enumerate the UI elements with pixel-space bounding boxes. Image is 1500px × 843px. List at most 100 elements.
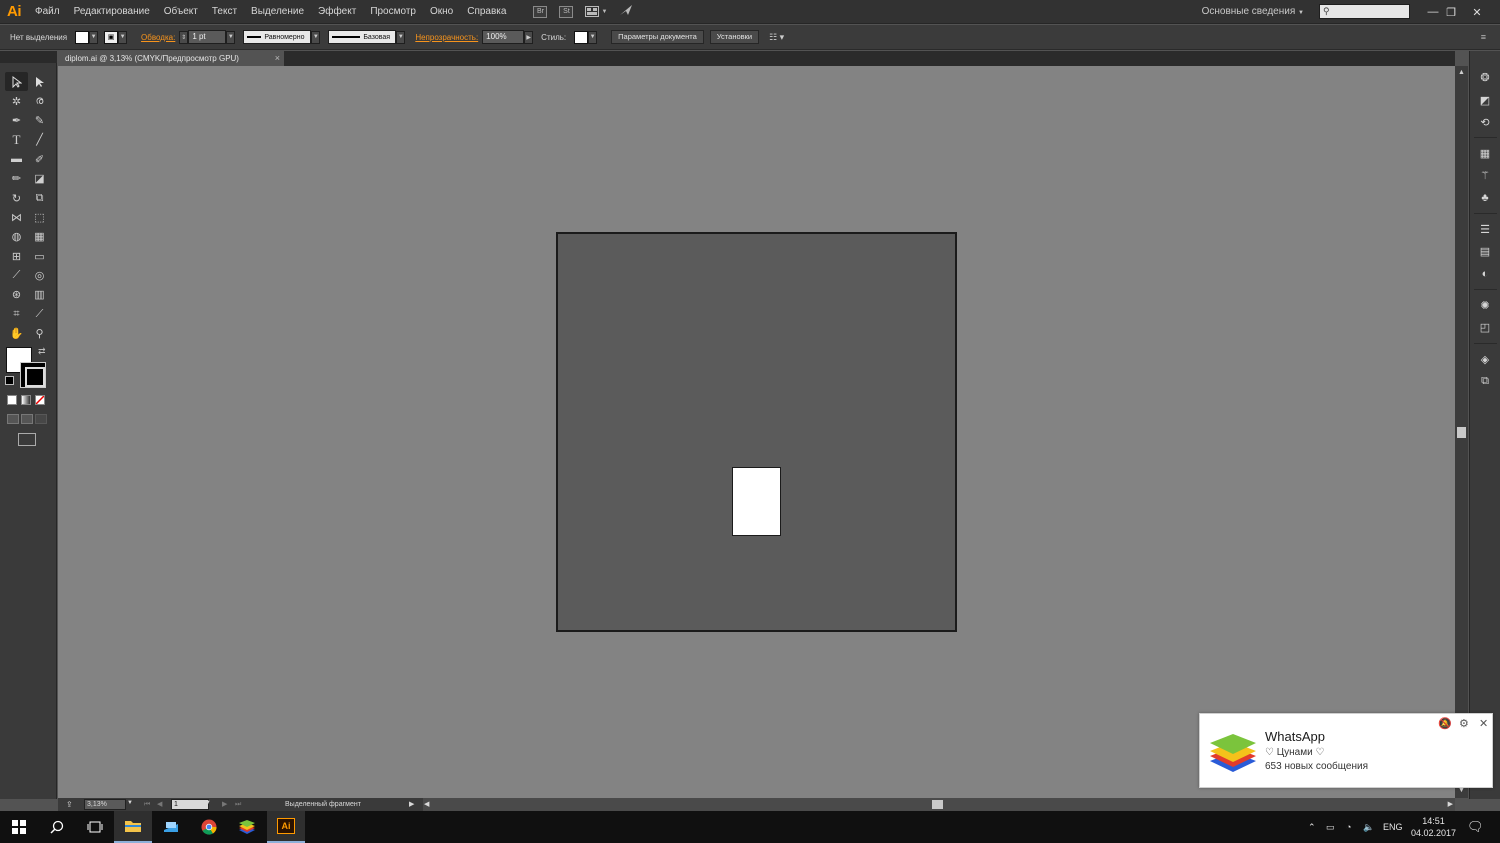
vertical-scroll-thumb[interactable]	[1457, 427, 1466, 438]
eyedropper-tool-icon[interactable]: ⟋	[5, 266, 28, 285]
last-artboard-icon[interactable]: ⏭	[235, 798, 241, 811]
magic-wand-tool-icon[interactable]: ✲	[5, 91, 28, 110]
scroll-left-icon[interactable]: ◀	[424, 798, 429, 811]
shaper-tool-icon[interactable]: ✏	[5, 169, 28, 188]
horizontal-scrollbar[interactable]: ◀ ▶	[423, 798, 1455, 811]
gradient-tool-icon[interactable]: ▭	[28, 247, 51, 266]
stroke-weight-stepper[interactable]: ⇕	[179, 30, 189, 44]
chrome-icon[interactable]	[190, 811, 228, 843]
menu-file[interactable]: Файл	[28, 0, 67, 24]
opacity-flyout[interactable]: ▶	[524, 30, 534, 44]
draw-inside-icon[interactable]	[35, 414, 47, 424]
draw-behind-icon[interactable]	[21, 414, 33, 424]
document-tab[interactable]: diplom.ai @ 3,13% (CMYK/Предпросмотр GPU…	[58, 51, 284, 66]
battery-icon[interactable]: ▭	[1326, 811, 1335, 843]
graphic-style-dropdown[interactable]: ▼	[588, 30, 598, 44]
stroke-weight-dropdown[interactable]: ▼	[226, 30, 236, 44]
app-launcher-icon[interactable]	[152, 811, 190, 843]
gradient-mode-icon[interactable]	[21, 395, 31, 405]
layers-panel-icon[interactable]: ◈	[1478, 353, 1492, 366]
artboard[interactable]	[556, 232, 957, 632]
mesh-tool-icon[interactable]: ⊞	[5, 247, 28, 266]
column-graph-tool-icon[interactable]: ▥	[28, 285, 51, 304]
vertical-scrollbar[interactable]: ▲ ▼	[1455, 66, 1468, 798]
menu-type[interactable]: Текст	[205, 0, 244, 24]
stroke-panel-link[interactable]: Обводка:	[137, 33, 179, 42]
tab-close-icon[interactable]: ×	[275, 51, 280, 66]
appearance-panel-icon[interactable]: ✺	[1478, 299, 1492, 312]
zoom-dropdown-icon[interactable]: ▼	[127, 800, 133, 806]
eraser-tool-icon[interactable]: ◪	[28, 169, 51, 188]
arrange-documents-icon[interactable]: ▼	[585, 6, 607, 17]
perspective-grid-tool-icon[interactable]: ▦	[28, 227, 51, 246]
close-icon[interactable]: ✕	[1479, 717, 1488, 730]
menu-edit[interactable]: Редактирование	[67, 0, 157, 24]
transparency-panel-icon[interactable]: ◐	[1478, 267, 1492, 280]
selection-tool-icon[interactable]	[5, 72, 28, 92]
task-view-icon[interactable]	[76, 811, 114, 843]
none-mode-icon[interactable]	[35, 395, 45, 405]
artboards-panel-icon[interactable]: ⧉	[1478, 375, 1492, 388]
next-artboard-icon[interactable]: ▶	[222, 798, 227, 811]
default-colors-icon[interactable]	[5, 376, 14, 385]
prev-artboard-icon[interactable]: ◀	[157, 798, 162, 811]
arrange-icon[interactable]: ☷ ▾	[769, 32, 784, 43]
stroke-dropdown[interactable]: ▼	[118, 30, 128, 44]
horizontal-scroll-thumb[interactable]	[932, 800, 943, 809]
brushes-panel-icon[interactable]: ⚚	[1478, 169, 1492, 182]
language-indicator[interactable]: ENG	[1383, 811, 1403, 843]
draw-normal-icon[interactable]	[7, 414, 19, 424]
zoom-tool-icon[interactable]: ⚲	[28, 324, 51, 343]
menu-select[interactable]: Выделение	[244, 0, 311, 24]
preferences-button[interactable]: Установки	[709, 30, 760, 44]
stroke-color-swatch[interactable]: ▣	[104, 30, 119, 44]
shape-builder-tool-icon[interactable]: ◍	[5, 227, 28, 246]
network-icon[interactable]: ◔	[1346, 811, 1351, 843]
workspace-switcher[interactable]: Основные сведения ▼	[1202, 0, 1304, 25]
canvas-area[interactable]	[58, 66, 1455, 798]
document-setup-button[interactable]: Параметры документа	[611, 30, 704, 44]
brush-dropdown[interactable]: ▼	[396, 30, 406, 44]
line-segment-tool-icon[interactable]: ╱	[28, 130, 51, 149]
fill-dropdown[interactable]: ▼	[89, 30, 99, 44]
scroll-right-icon[interactable]: ▶	[1448, 798, 1453, 811]
cc-libraries-icon[interactable]: ⟲	[1478, 116, 1492, 129]
fill-color-swatch[interactable]	[75, 30, 90, 44]
opacity-panel-link[interactable]: Непрозрачность:	[411, 33, 482, 42]
close-button[interactable]: ✕	[1466, 0, 1488, 24]
artboard-number-field[interactable]: 1	[171, 799, 209, 810]
scroll-down-icon[interactable]: ▼	[1455, 787, 1468, 794]
file-explorer-icon[interactable]	[114, 811, 152, 843]
illustrator-taskbar-button[interactable]: Ai	[267, 811, 305, 843]
clock[interactable]: 14:51 04.02.2017	[1411, 811, 1456, 843]
panel-menu-icon[interactable]: ≡	[1481, 32, 1486, 42]
slice-tool-icon[interactable]: ⟋	[28, 305, 51, 324]
bridge-button[interactable]: Br	[533, 5, 548, 18]
volume-icon[interactable]: 🔈	[1363, 811, 1374, 843]
white-rectangle-object[interactable]	[732, 467, 781, 536]
action-center-icon[interactable]: 🗨	[1467, 811, 1484, 843]
search-input[interactable]: ⚲	[1319, 4, 1410, 19]
profile-dropdown[interactable]: ▼	[311, 30, 321, 44]
menu-object[interactable]: Объект	[157, 0, 205, 24]
hand-tool-icon[interactable]: ✋	[5, 324, 28, 343]
restore-button[interactable]: ❐	[1440, 0, 1462, 24]
brush-definition[interactable]: Базовая	[328, 30, 397, 44]
status-text[interactable]: Выделенный фрагмент	[285, 798, 361, 811]
graphic-style-swatch[interactable]	[574, 30, 589, 44]
gpu-rocket-icon[interactable]	[619, 3, 633, 21]
stroke-panel-icon[interactable]: ☰	[1478, 223, 1492, 236]
whatsapp-notification[interactable]: WhatsApp ♡ Цунами ♡ 653 новых сообщения …	[1199, 713, 1493, 788]
mute-icon[interactable]: 🔕	[1438, 717, 1452, 730]
menu-help[interactable]: Справка	[460, 0, 513, 24]
bluestacks-icon[interactable]	[228, 811, 266, 843]
pen-tool-icon[interactable]: ✒	[5, 111, 28, 130]
lasso-tool-icon[interactable]: ര	[28, 91, 51, 110]
width-tool-icon[interactable]: ⋈	[5, 208, 28, 227]
windows-start-icon[interactable]	[0, 811, 38, 843]
blend-tool-icon[interactable]: ◎	[28, 266, 51, 285]
artboard-dropdown-icon[interactable]: ▼	[205, 800, 211, 806]
search-icon[interactable]	[38, 811, 76, 843]
scale-tool-icon[interactable]: ⧉	[28, 188, 51, 207]
paintbrush-tool-icon[interactable]: ✐	[28, 150, 51, 169]
